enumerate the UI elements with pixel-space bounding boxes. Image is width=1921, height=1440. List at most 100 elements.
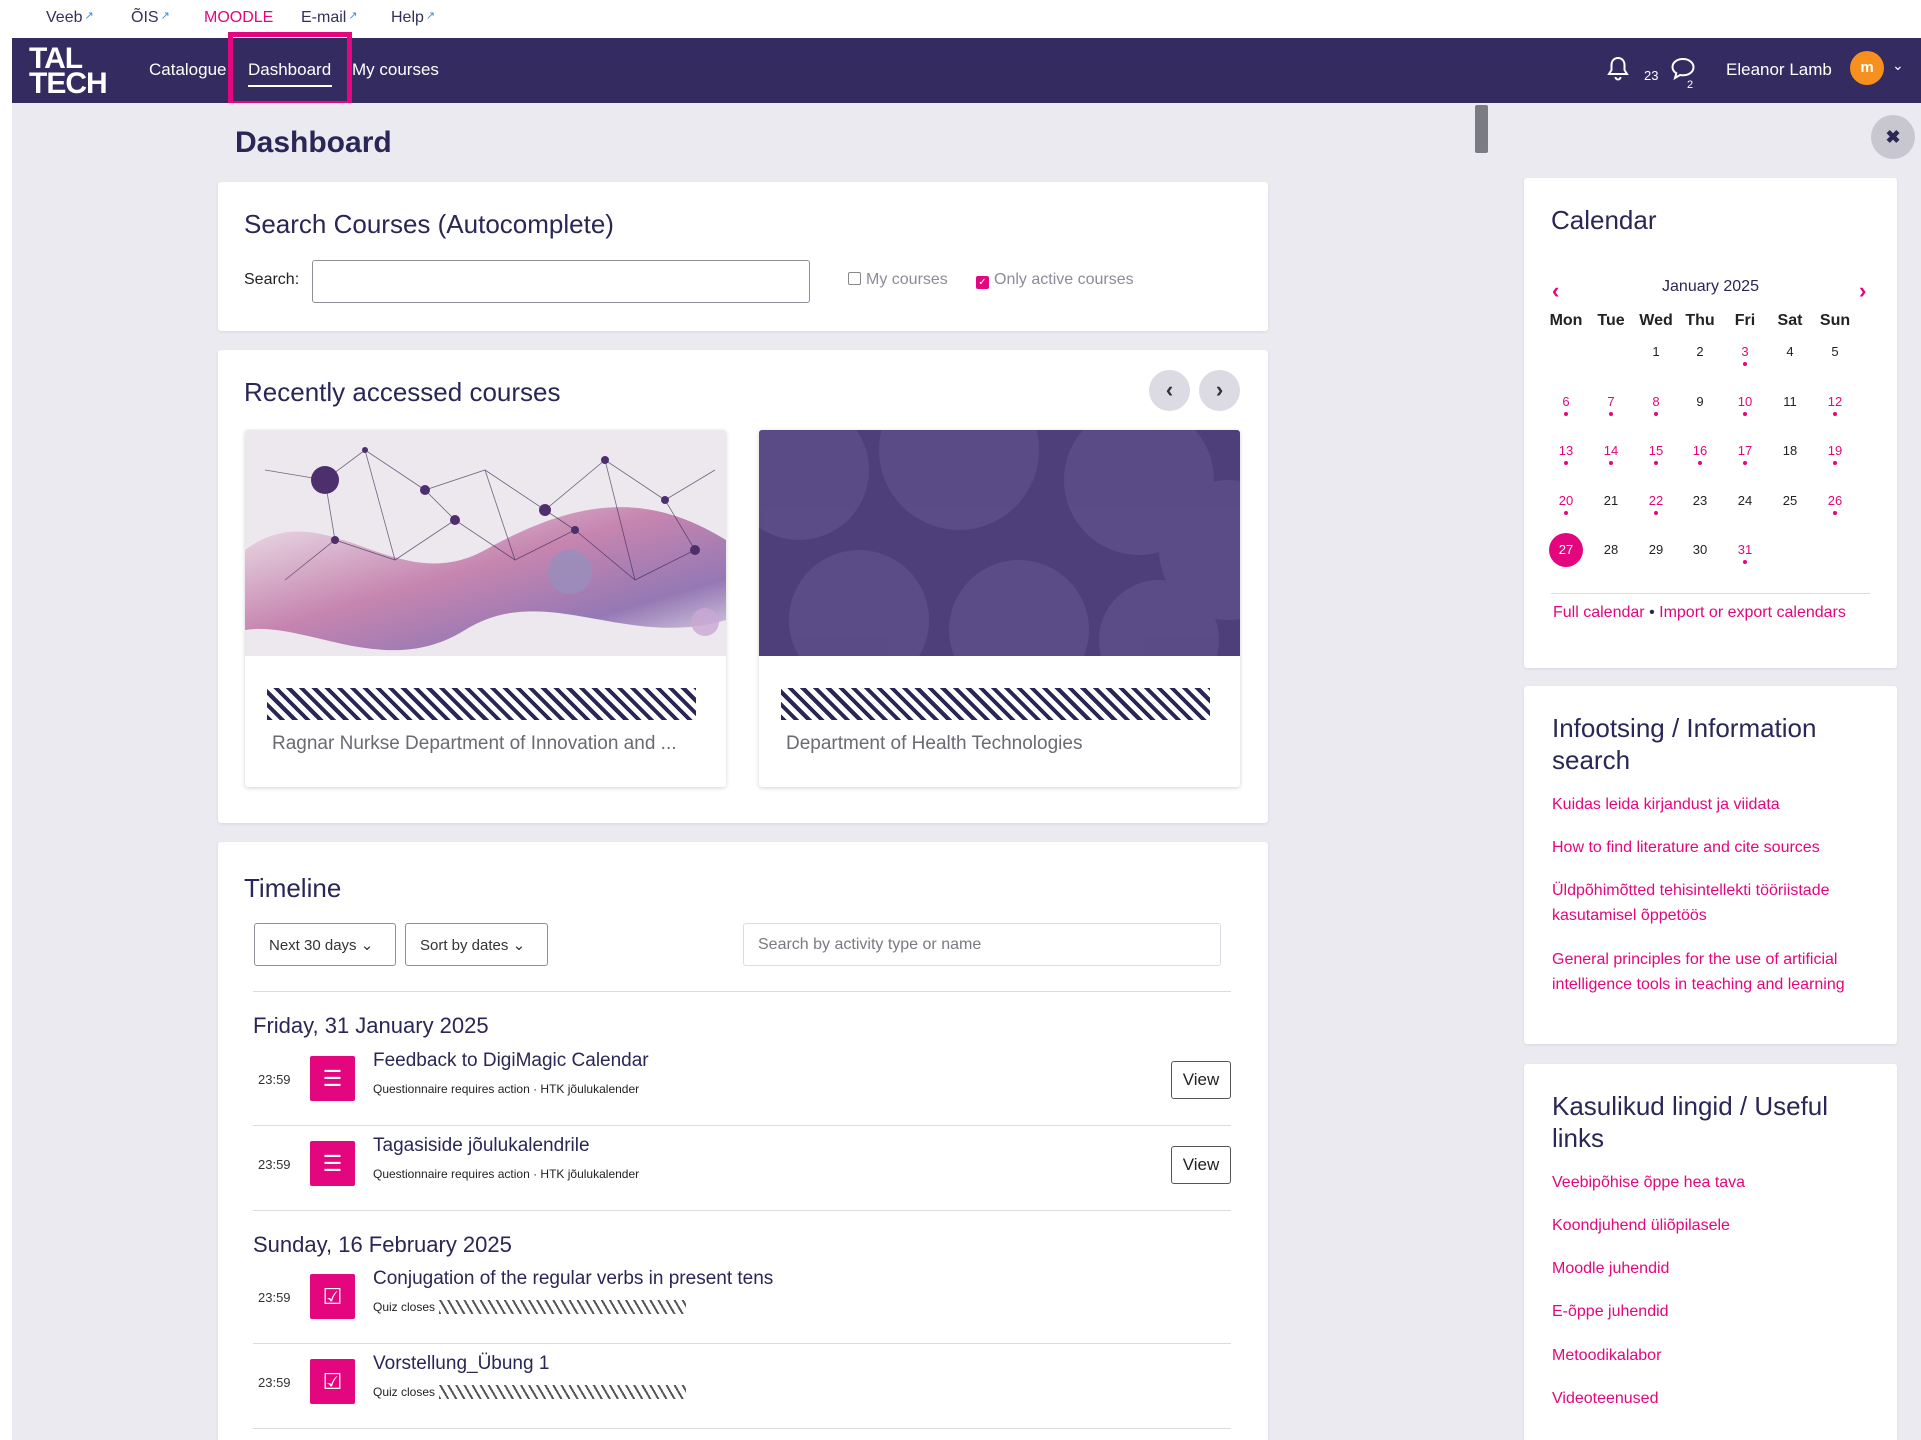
- taltech-logo[interactable]: TAL TECH: [29, 44, 108, 99]
- external-link-icon: ↗: [160, 10, 170, 22]
- checkbox-label: Only active courses: [994, 271, 1134, 288]
- info-link[interactable]: How to find literature and cite sources: [1552, 835, 1882, 860]
- calendar-day[interactable]: 15: [1634, 443, 1678, 465]
- info-link[interactable]: Kuidas leida kirjandust ja viidata: [1552, 792, 1882, 817]
- nav-catalogue[interactable]: Catalogue: [149, 60, 227, 80]
- calendar-day[interactable]: 28: [1589, 542, 1633, 557]
- chevron-down-icon: ⌄: [360, 937, 374, 954]
- close-drawer-button[interactable]: ✖: [1871, 115, 1915, 159]
- calendar-day[interactable]: 13: [1544, 443, 1588, 465]
- calendar-day[interactable]: 6: [1544, 394, 1588, 416]
- calendar-day[interactable]: 17: [1723, 443, 1767, 465]
- course-image[interactable]: [245, 430, 726, 656]
- calendar-next-month[interactable]: ›: [1859, 278, 1866, 304]
- useful-link[interactable]: E-õppe juhendid: [1552, 1299, 1882, 1324]
- checkmark-icon[interactable]: ✓: [976, 276, 989, 289]
- course-name-redacted: [439, 1385, 687, 1399]
- scrollbar-thumb[interactable]: [1475, 105, 1488, 153]
- today-marker[interactable]: 27: [1549, 533, 1583, 567]
- calendar-day[interactable]: 25: [1768, 493, 1812, 508]
- calendar-day[interactable]: 16: [1678, 443, 1722, 465]
- timeline-date-heading: Friday, 31 January 2025: [253, 1013, 489, 1038]
- calendar-day[interactable]: 10: [1723, 394, 1767, 416]
- calendar-day[interactable]: 1: [1634, 344, 1678, 359]
- calendar-day[interactable]: 29: [1634, 542, 1678, 557]
- dropdown-value: Next 30 days: [269, 937, 357, 954]
- scrollbar-track[interactable]: [1475, 103, 1490, 1440]
- calendar-day[interactable]: 5: [1813, 344, 1857, 359]
- calendar-day[interactable]: 23: [1678, 493, 1722, 508]
- event-title-link[interactable]: Feedback to DigiMagic Calendar: [373, 1050, 649, 1072]
- calendar-day[interactable]: 21: [1589, 493, 1633, 508]
- block-title: Calendar: [1551, 205, 1657, 235]
- event-dot: [1609, 461, 1613, 465]
- carousel-next-button[interactable]: ›: [1199, 370, 1240, 411]
- event-dot: [1609, 412, 1613, 416]
- util-link-email[interactable]: E-mail ↗: [301, 9, 358, 27]
- course-category-bar: [267, 688, 696, 720]
- full-calendar-link[interactable]: Full calendar: [1553, 604, 1645, 621]
- chevron-down-icon: ⌄: [512, 937, 526, 954]
- event-time: 23:59: [258, 1072, 291, 1087]
- view-button[interactable]: View: [1171, 1061, 1231, 1099]
- questionnaire-icon: ☰: [310, 1141, 355, 1186]
- useful-link[interactable]: Moodle juhendid: [1552, 1256, 1882, 1281]
- util-link-moodle[interactable]: MOODLE: [204, 9, 273, 27]
- bell-icon[interactable]: [1606, 56, 1630, 87]
- event-title-link[interactable]: Vorstellung_Übung 1: [373, 1353, 549, 1375]
- calendar-day[interactable]: 9: [1678, 394, 1722, 409]
- calendar-day[interactable]: 3: [1723, 344, 1767, 366]
- calendar-day[interactable]: 24: [1723, 493, 1767, 508]
- course-name[interactable]: Ragnar Nurkse Department of Innovation a…: [272, 733, 677, 755]
- message-count: 2: [1687, 79, 1694, 91]
- util-link-help[interactable]: Help ↗: [391, 9, 435, 27]
- calendar-day[interactable]: 30: [1678, 542, 1722, 557]
- course-search-input[interactable]: [312, 260, 810, 303]
- my-courses-checkbox[interactable]: My courses: [848, 271, 948, 289]
- calendar-day[interactable]: 14: [1589, 443, 1633, 465]
- only-active-checkbox[interactable]: ✓ Only active courses: [976, 271, 1134, 289]
- useful-link[interactable]: Veebipõhise õppe hea tava: [1552, 1170, 1882, 1195]
- util-link-ois[interactable]: ÕIS ↗: [131, 9, 170, 27]
- checkbox-box[interactable]: [848, 272, 861, 285]
- calendar-day[interactable]: 26: [1813, 493, 1857, 515]
- carousel-prev-button[interactable]: ‹: [1149, 370, 1190, 411]
- import-export-link[interactable]: Import or export calendars: [1659, 604, 1846, 621]
- util-link-veeb[interactable]: Veeb ↗: [46, 9, 94, 27]
- info-link[interactable]: General principles for the use of artifi…: [1552, 947, 1882, 997]
- calendar-day[interactable]: 4: [1768, 344, 1812, 359]
- avatar[interactable]: m: [1850, 51, 1884, 85]
- calendar-day[interactable]: 19: [1813, 443, 1857, 465]
- view-button[interactable]: View: [1171, 1146, 1231, 1184]
- calendar-day[interactable]: 8: [1634, 394, 1678, 416]
- useful-link[interactable]: Koondjuhend üliõpilasele: [1552, 1213, 1882, 1238]
- nav-my-courses[interactable]: My courses: [352, 60, 439, 80]
- event-title-link[interactable]: Tagasiside jõulukalendrile: [373, 1135, 590, 1157]
- calendar-day[interactable]: 11: [1768, 394, 1812, 409]
- calendar-day[interactable]: 20: [1544, 493, 1588, 515]
- util-link-label: Veeb: [46, 9, 83, 26]
- useful-link[interactable]: Videoteenused: [1552, 1386, 1882, 1411]
- calendar-day[interactable]: 2: [1678, 344, 1722, 359]
- user-name[interactable]: Eleanor Lamb: [1726, 60, 1832, 80]
- course-card[interactable]: Ragnar Nurkse Department of Innovation a…: [245, 430, 726, 787]
- event-title-link[interactable]: Conjugation of the regular verbs in pres…: [373, 1268, 773, 1290]
- calendar-day-today[interactable]: 27: [1544, 533, 1588, 567]
- nav-dashboard[interactable]: Dashboard: [248, 60, 331, 80]
- timeline-sort-dropdown[interactable]: Sort by dates ⌄: [405, 923, 548, 966]
- chevron-down-icon[interactable]: ⌄: [1892, 57, 1904, 74]
- timeline-search-input[interactable]: Search by activity type or name: [743, 923, 1221, 966]
- calendar-day[interactable]: 7: [1589, 394, 1633, 416]
- calendar-day[interactable]: 18: [1768, 443, 1812, 458]
- course-name[interactable]: Department of Health Technologies: [786, 733, 1082, 755]
- course-image[interactable]: [759, 430, 1240, 656]
- calendar-day[interactable]: 31: [1723, 542, 1767, 564]
- useful-link[interactable]: Metoodikalabor: [1552, 1343, 1882, 1368]
- calendar-day[interactable]: 12: [1813, 394, 1857, 416]
- event-time: 23:59: [258, 1290, 291, 1305]
- divider: [253, 991, 1231, 992]
- info-link[interactable]: Üldpõhimõtted tehisintellekti tööriistad…: [1552, 878, 1882, 928]
- calendar-day[interactable]: 22: [1634, 493, 1678, 515]
- timeline-filter-dropdown[interactable]: Next 30 days ⌄: [254, 923, 396, 966]
- course-card[interactable]: Department of Health Technologies: [759, 430, 1240, 787]
